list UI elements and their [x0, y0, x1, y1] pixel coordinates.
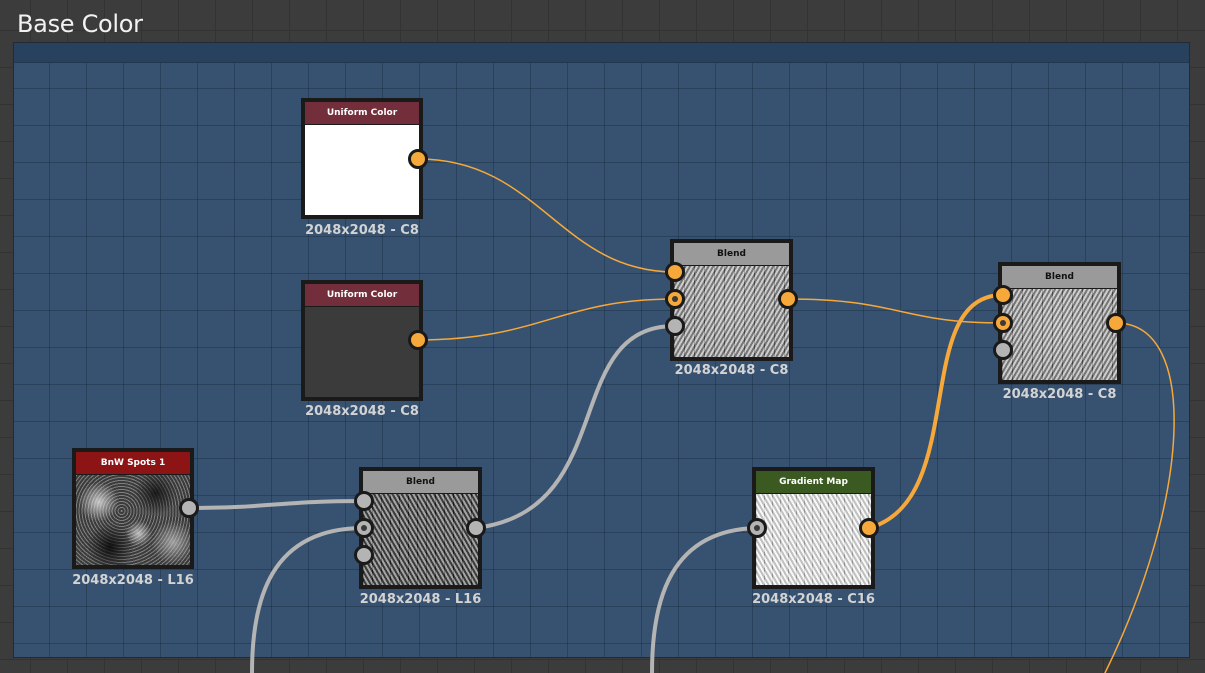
node-resolution-label: 2048x2048 - L16 [72, 573, 194, 588]
node-resolution-label: 2048x2048 - C8 [674, 363, 789, 378]
node-title: Blend [363, 471, 478, 493]
node-thumbnail [1002, 289, 1117, 380]
node-title: Uniform Color [305, 284, 419, 306]
node-uniform-color-dark[interactable]: Uniform Color [301, 280, 423, 401]
output-port[interactable] [408, 149, 428, 169]
node-blend-right[interactable]: Blend [998, 262, 1121, 384]
node-bnw-spots[interactable]: BnW Spots 1 [72, 448, 194, 569]
node-uniform-color-white[interactable]: Uniform Color [301, 98, 423, 219]
wire-incoming-to-gradient-map[interactable] [650, 526, 759, 673]
node-resolution-label: 2048x2048 - C8 [305, 404, 419, 419]
node-gradient-map[interactable]: Gradient Map [752, 467, 875, 589]
output-port[interactable] [1106, 313, 1126, 333]
wire-gradient-map-to-blend-right[interactable] [867, 293, 1005, 530]
node-blend-top[interactable]: Blend [670, 239, 793, 361]
output-port[interactable] [408, 330, 428, 350]
node-resolution-label: 2048x2048 - L16 [359, 592, 482, 607]
output-port[interactable] [859, 518, 879, 538]
node-thumbnail [363, 494, 478, 585]
node-title: Blend [674, 243, 789, 265]
node-title: Blend [1002, 266, 1117, 288]
input-port-mask[interactable] [354, 545, 374, 565]
wire-blend-bottom-to-blend-top[interactable] [474, 324, 677, 530]
node-blend-bottom[interactable]: Blend [359, 467, 482, 589]
node-title: Uniform Color [305, 102, 419, 124]
input-port-background[interactable] [354, 518, 374, 538]
input-port-mask[interactable] [665, 316, 685, 336]
input-port-background[interactable] [993, 313, 1013, 333]
node-resolution-label: 2048x2048 - C8 [305, 223, 419, 238]
input-port[interactable] [747, 518, 767, 538]
node-resolution-label: 2048x2048 - C16 [752, 592, 875, 607]
input-port-foreground[interactable] [354, 491, 374, 511]
node-thumbnail [76, 475, 190, 565]
output-port[interactable] [778, 289, 798, 309]
node-thumbnail [305, 307, 419, 397]
node-resolution-label: 2048x2048 - C8 [1002, 387, 1117, 402]
wire-bnw-spots-to-blend-bottom[interactable] [187, 499, 366, 510]
wire-incoming-to-blend-bottom[interactable] [250, 526, 366, 673]
output-port[interactable] [466, 518, 486, 538]
output-port[interactable] [179, 498, 199, 518]
node-thumbnail [674, 266, 789, 357]
node-thumbnail [756, 494, 871, 585]
node-thumbnail [305, 125, 419, 215]
input-port-mask[interactable] [993, 340, 1013, 360]
wire-uniform-white-to-blend-top[interactable] [417, 158, 676, 273]
node-title: Gradient Map [756, 471, 871, 493]
input-port-foreground[interactable] [993, 285, 1013, 305]
wire-blend-top-to-blend-right[interactable] [787, 298, 1004, 324]
input-port-foreground[interactable] [665, 262, 685, 282]
node-title: BnW Spots 1 [76, 452, 190, 474]
input-port-background[interactable] [665, 289, 685, 309]
